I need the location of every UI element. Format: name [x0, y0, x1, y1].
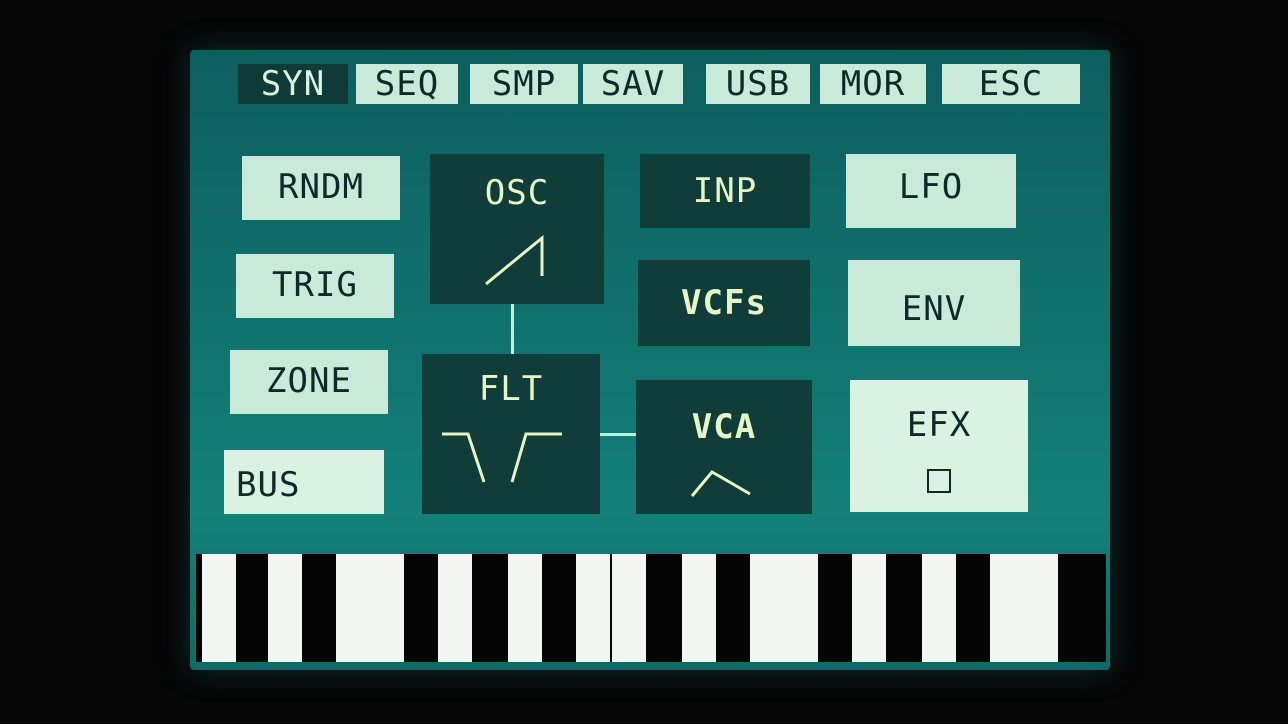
env-label: ENV [901, 289, 967, 329]
lcd-screen: SYN SEQ SMP SAV USB MOR ESC RNDM TRIG ZO… [190, 50, 1110, 670]
piano-white-key[interactable] [336, 554, 370, 662]
piano-white-key[interactable] [202, 554, 236, 662]
bus-button[interactable]: BUS [224, 450, 384, 514]
tab-usb[interactable]: USB [706, 64, 810, 104]
efx-button[interactable]: EFX [850, 380, 1028, 512]
notch-filter-icon [442, 432, 562, 483]
vcfs-button[interactable]: VCFs [638, 260, 810, 346]
trig-label: TRIG [272, 265, 358, 305]
tab-seq[interactable]: SEQ [356, 64, 458, 104]
flt-block[interactable]: FLT [422, 354, 600, 514]
osc-flt-connector [511, 304, 514, 354]
trig-button[interactable]: TRIG [236, 254, 394, 318]
lfo-label: LFO [898, 167, 964, 207]
piano-white-key[interactable] [784, 554, 818, 662]
piano-white-key[interactable] [990, 554, 1024, 662]
vca-label: VCA [691, 407, 757, 447]
piano-white-key[interactable] [438, 554, 472, 662]
piano-white-key[interactable] [852, 554, 886, 662]
top-tab-bar: SYN SEQ SMP SAV USB MOR ESC [238, 64, 1080, 104]
bus-label: BUS [236, 465, 301, 505]
synth-page: SYN SEQ SMP SAV USB MOR ESC RNDM TRIG ZO… [190, 50, 1110, 550]
lfo-button[interactable]: LFO [846, 154, 1016, 228]
piano-white-key[interactable] [750, 554, 784, 662]
piano-white-key[interactable] [576, 554, 610, 662]
flt-vca-connector [600, 433, 638, 436]
tab-smp[interactable]: SMP [470, 64, 578, 104]
piano-white-key[interactable] [682, 554, 716, 662]
osc-block[interactable]: OSC [430, 154, 604, 304]
inp-label: INP [692, 171, 758, 211]
tab-mor[interactable]: MOR [820, 64, 926, 104]
piano-white-key[interactable] [922, 554, 956, 662]
zone-label: ZONE [266, 361, 352, 401]
vcfs-label: VCFs [681, 283, 767, 323]
tab-esc[interactable]: ESC [942, 64, 1080, 104]
inp-button[interactable]: INP [640, 154, 810, 228]
efx-label: EFX [906, 405, 972, 445]
env-button[interactable]: ENV [848, 260, 1020, 346]
piano-white-key[interactable] [1024, 554, 1058, 662]
piano-white-key[interactable] [612, 554, 646, 662]
flt-label: FLT [478, 369, 544, 409]
piano-keyboard [196, 554, 1106, 662]
rndm-label: RNDM [278, 167, 364, 207]
piano-white-key[interactable] [508, 554, 542, 662]
vca-block[interactable]: VCA [636, 380, 812, 514]
piano-white-key[interactable] [370, 554, 404, 662]
tab-syn[interactable]: SYN [238, 64, 348, 104]
checkbox-icon[interactable] [926, 468, 952, 494]
sawtooth-wave-icon [485, 234, 544, 286]
tab-sav[interactable]: SAV [583, 64, 683, 104]
zone-button[interactable]: ZONE [230, 350, 388, 414]
rndm-button[interactable]: RNDM [242, 156, 400, 220]
osc-label: OSC [484, 173, 550, 213]
envelope-icon [690, 470, 751, 497]
piano-white-key[interactable] [268, 554, 302, 662]
